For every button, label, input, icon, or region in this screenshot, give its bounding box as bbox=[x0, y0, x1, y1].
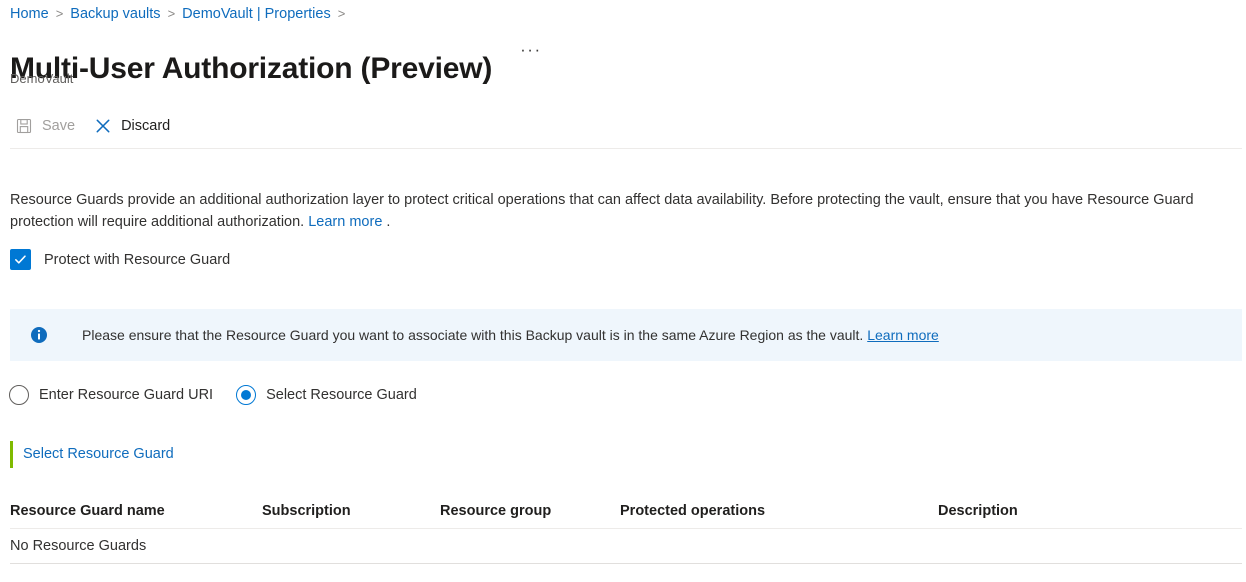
protect-checkbox-label: Protect with Resource Guard bbox=[44, 252, 230, 268]
column-header-resource-group[interactable]: Resource group bbox=[440, 503, 620, 519]
multi-user-authorization-page: Home > Backup vaults > DemoVault | Prope… bbox=[0, 0, 1246, 582]
description-learn-more-link[interactable]: Learn more bbox=[308, 214, 382, 230]
description-text-tail: . bbox=[382, 214, 390, 230]
command-bar: Save Discard bbox=[10, 112, 180, 140]
radio-enter-resource-guard-uri[interactable]: Enter Resource Guard URI bbox=[9, 385, 213, 405]
info-banner: Please ensure that the Resource Guard yo… bbox=[10, 309, 1242, 361]
info-circle-icon bbox=[30, 326, 48, 344]
close-x-icon bbox=[93, 116, 113, 136]
info-banner-text: Please ensure that the Resource Guard yo… bbox=[82, 327, 867, 343]
table-empty-row: No Resource Guards bbox=[10, 529, 1242, 564]
protect-with-resource-guard-checkbox[interactable]: Protect with Resource Guard bbox=[10, 249, 230, 270]
page-title: Multi-User Authorization (Preview) bbox=[10, 50, 492, 88]
table-empty-message: No Resource Guards bbox=[10, 538, 146, 554]
column-header-protected-operations[interactable]: Protected operations bbox=[620, 503, 938, 519]
discard-button-label: Discard bbox=[121, 118, 170, 134]
description-paragraph: Resource Guards provide an additional au… bbox=[10, 189, 1244, 233]
breadcrumb-separator-icon: > bbox=[338, 4, 346, 24]
checkmark-icon bbox=[14, 253, 27, 266]
radio-enter-uri-label: Enter Resource Guard URI bbox=[39, 387, 213, 403]
breadcrumb-separator-icon: > bbox=[168, 4, 176, 24]
radio-dot bbox=[241, 390, 251, 400]
select-resource-guard-action[interactable]: Select Resource Guard bbox=[10, 441, 174, 468]
column-header-resource-guard-name[interactable]: Resource Guard name bbox=[10, 503, 262, 519]
info-banner-text-wrap: Please ensure that the Resource Guard yo… bbox=[82, 325, 939, 345]
breadcrumb-item-backup-vaults[interactable]: Backup vaults bbox=[70, 4, 160, 24]
radio-circle-selected-icon bbox=[236, 385, 256, 405]
resource-guards-table: Resource Guard name Subscription Resourc… bbox=[10, 494, 1242, 564]
breadcrumb-item-demovault-properties[interactable]: DemoVault | Properties bbox=[182, 4, 331, 24]
breadcrumb-item-home[interactable]: Home bbox=[10, 4, 49, 24]
table-header-row: Resource Guard name Subscription Resourc… bbox=[10, 494, 1242, 529]
save-button[interactable]: Save bbox=[10, 112, 85, 140]
page-subtitle: DemoVault bbox=[10, 70, 73, 88]
checkbox-box bbox=[10, 249, 31, 270]
more-options-icon[interactable]: ··· bbox=[516, 40, 545, 60]
column-header-description[interactable]: Description bbox=[938, 503, 1238, 519]
description-text: Resource Guards provide an additional au… bbox=[10, 192, 1194, 230]
save-floppy-icon bbox=[14, 116, 34, 136]
radio-circle-icon bbox=[9, 385, 29, 405]
column-header-subscription[interactable]: Subscription bbox=[262, 503, 440, 519]
resource-guard-mode-radio-group: Enter Resource Guard URI Select Resource… bbox=[9, 385, 417, 405]
breadcrumb: Home > Backup vaults > DemoVault | Prope… bbox=[10, 4, 352, 24]
select-resource-guard-label: Select Resource Guard bbox=[13, 441, 174, 468]
save-button-label: Save bbox=[42, 118, 75, 134]
command-bar-divider bbox=[10, 148, 1242, 149]
radio-select-resource-guard[interactable]: Select Resource Guard bbox=[236, 385, 417, 405]
discard-button[interactable]: Discard bbox=[89, 112, 180, 140]
radio-select-guard-label: Select Resource Guard bbox=[266, 387, 417, 403]
title-row: Multi-User Authorization (Preview) ··· bbox=[10, 30, 546, 108]
info-banner-learn-more-link[interactable]: Learn more bbox=[867, 327, 939, 343]
breadcrumb-separator-icon: > bbox=[56, 4, 64, 24]
